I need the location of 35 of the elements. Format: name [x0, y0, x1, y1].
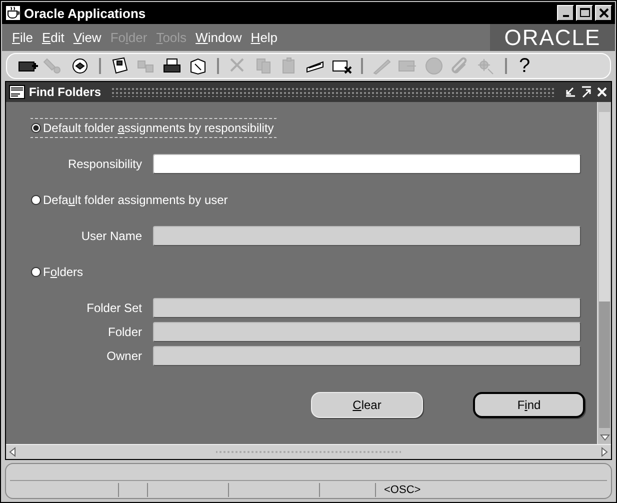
radio-button[interactable]: Default folder assignments by responsibility [30, 118, 277, 138]
field-label: Folder Set [86, 301, 142, 315]
field-label: Folder [106, 325, 142, 339]
cup-icon [5, 5, 21, 21]
window-title: Oracle Applications [24, 6, 146, 20]
push-button[interactable]: Find [473, 392, 585, 418]
radio-button[interactable]: Default folder assignments by user [30, 190, 231, 210]
maximize-icon [580, 8, 590, 18]
radio-button[interactable]: Folders [30, 262, 86, 282]
close-button[interactable] [595, 5, 612, 21]
maximize-icon[interactable] [580, 86, 592, 98]
scroll-down-icon[interactable] [598, 432, 610, 442]
horizontal-scrollbar[interactable] [6, 444, 611, 459]
scroll-right-icon[interactable] [599, 446, 609, 458]
menu-item[interactable]: Window [192, 30, 246, 45]
minimize-icon[interactable] [564, 86, 576, 98]
menu-item[interactable]: Edit [38, 30, 68, 45]
push-button[interactable]: Clear [311, 392, 423, 418]
field-label: User Name [80, 229, 142, 243]
menu-item[interactable]: File [8, 30, 37, 45]
menu-item[interactable]: View [69, 30, 106, 45]
field-label: Owner [106, 349, 142, 363]
scroll-left-icon[interactable] [8, 446, 18, 458]
status-text: <OSC> [384, 484, 421, 496]
minimize-icon [562, 15, 568, 17]
field-label: Responsibility [66, 157, 142, 171]
minimize-button[interactable] [557, 5, 574, 21]
help-button[interactable]: ? [515, 56, 534, 76]
vertical-scrollbar[interactable] [597, 102, 611, 444]
input-field[interactable] [153, 154, 581, 174]
oracle-logo: ORACLE [490, 24, 615, 51]
form-title: Find Folders [29, 85, 101, 99]
menu-item[interactable]: Help [246, 30, 282, 45]
maximize-button[interactable] [576, 5, 593, 21]
form-icon [9, 85, 25, 99]
